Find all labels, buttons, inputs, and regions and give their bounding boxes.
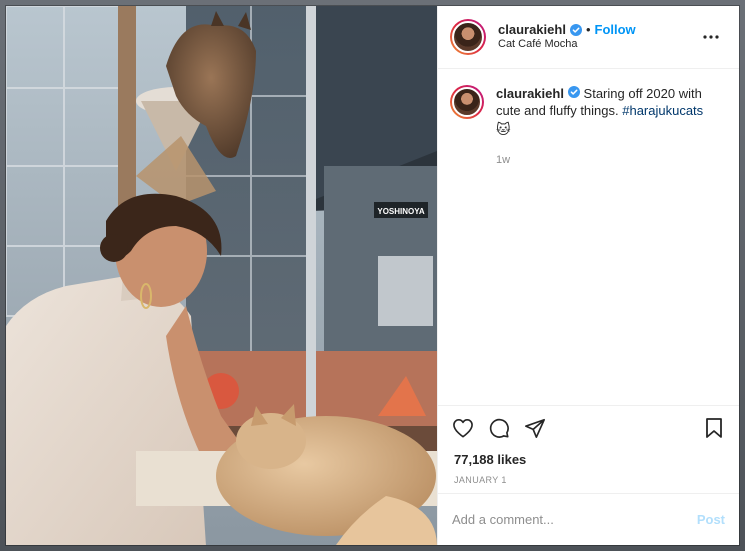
post-date[interactable]: JANUARY 1 xyxy=(438,471,739,493)
comment-icon[interactable] xyxy=(486,415,512,441)
post-comment-button[interactable]: Post xyxy=(697,512,725,527)
post-photo-image: YOSHINOYA xyxy=(6,6,437,545)
caption-username[interactable]: claurakiehl xyxy=(496,86,564,101)
post-modal: YOSHINOYA claurakiehl • Follow Cat Café … xyxy=(6,6,739,545)
author-info: claurakiehl • Follow Cat Café Mocha xyxy=(498,22,699,52)
action-bar xyxy=(438,405,739,449)
separator-dot: • xyxy=(585,22,591,37)
avatar[interactable] xyxy=(452,87,482,117)
post-side-panel: claurakiehl • Follow Cat Café Mocha clau… xyxy=(437,6,739,545)
cat-emoji-icon: 🐱 xyxy=(496,121,511,137)
share-icon[interactable] xyxy=(522,415,548,441)
caption-comment: claurakiehl Staring off 2020 with cute a… xyxy=(450,85,723,169)
follow-button[interactable]: Follow xyxy=(595,22,636,38)
verified-badge-icon xyxy=(569,24,582,37)
hashtag-link[interactable]: #harajukucats xyxy=(622,103,703,118)
avatar[interactable] xyxy=(452,21,484,53)
post-photo[interactable]: YOSHINOYA xyxy=(6,6,437,545)
caption-avatar-ring[interactable] xyxy=(450,85,484,119)
bookmark-icon[interactable] xyxy=(701,415,727,441)
likes-count[interactable]: 77,188 likes xyxy=(438,449,739,471)
comment-input[interactable] xyxy=(452,512,697,527)
storefront-sign: YOSHINOYA xyxy=(377,207,424,216)
comment-composer: Post xyxy=(438,493,739,545)
verified-badge-icon xyxy=(567,86,580,98)
comments-section: claurakiehl Staring off 2020 with cute a… xyxy=(438,69,739,405)
more-options-icon[interactable] xyxy=(699,25,723,49)
caption-body: claurakiehl Staring off 2020 with cute a… xyxy=(496,85,723,169)
author-username[interactable]: claurakiehl xyxy=(498,22,566,38)
post-header: claurakiehl • Follow Cat Café Mocha xyxy=(438,6,739,69)
author-avatar-ring[interactable] xyxy=(450,19,486,55)
location-link[interactable]: Cat Café Mocha xyxy=(498,38,699,52)
heart-icon[interactable] xyxy=(450,415,476,441)
caption-timestamp[interactable]: 1w xyxy=(496,152,723,169)
